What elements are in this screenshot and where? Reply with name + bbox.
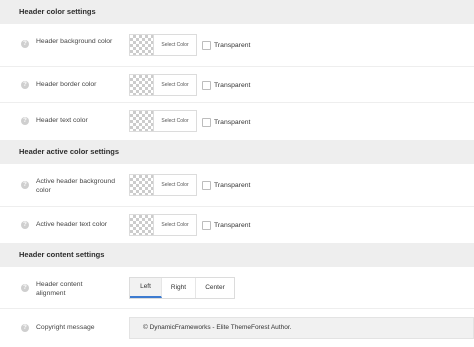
align-right-option[interactable]: Right	[162, 278, 196, 298]
setting-row-header-background: ? Header background color Select Color T…	[0, 24, 474, 67]
transparent-checkbox[interactable]	[202, 221, 211, 230]
setting-label: Header background color	[36, 38, 113, 45]
setting-label: Header content alignment	[36, 281, 83, 297]
copyright-input[interactable]: © DynamicFrameworks - Elite ThemeForest …	[129, 317, 474, 339]
settings-panel: Header color settings ? Header backgroun…	[0, 0, 474, 347]
help-icon[interactable]: ?	[21, 117, 29, 125]
color-swatch[interactable]	[130, 175, 154, 195]
color-picker[interactable]: Select Color	[129, 34, 197, 56]
transparent-label: Transparent	[214, 222, 251, 229]
transparent-checkbox[interactable]	[202, 81, 211, 90]
color-picker[interactable]: Select Color	[129, 174, 197, 196]
transparent-checkbox[interactable]	[202, 41, 211, 50]
color-swatch[interactable]	[130, 215, 154, 235]
section-header-active-color: Header active color settings	[0, 140, 474, 164]
transparent-label: Transparent	[214, 182, 251, 189]
align-left-option[interactable]: Left	[130, 278, 162, 298]
setting-row-alignment: ? Header content alignment	[0, 267, 474, 309]
section-header-color: Header color settings	[0, 0, 474, 24]
color-picker[interactable]: Select Color	[129, 214, 197, 236]
transparent-checkbox[interactable]	[202, 118, 211, 127]
color-swatch[interactable]	[130, 35, 154, 55]
color-picker[interactable]: Select Color	[129, 74, 197, 96]
alignment-segmented-control: Left Right Center	[129, 277, 235, 299]
select-color-button[interactable]: Select Color	[154, 35, 196, 55]
help-icon[interactable]: ?	[21, 181, 29, 189]
setting-label: Active header text color	[36, 221, 108, 228]
help-icon[interactable]: ?	[21, 81, 29, 89]
align-center-option[interactable]: Center	[196, 278, 234, 298]
color-swatch[interactable]	[130, 111, 154, 131]
select-color-button[interactable]: Select Color	[154, 175, 196, 195]
setting-row-active-text: ? Active header text color Select Color …	[0, 207, 474, 243]
setting-label: Active header background color	[36, 178, 115, 194]
help-icon[interactable]: ?	[21, 324, 29, 332]
help-icon[interactable]: ?	[21, 40, 29, 48]
color-swatch[interactable]	[130, 75, 154, 95]
setting-label: Header text color	[36, 117, 88, 124]
setting-label: Copyright message	[36, 324, 95, 331]
transparent-label: Transparent	[214, 119, 251, 126]
select-color-button[interactable]: Select Color	[154, 111, 196, 131]
section-header-content: Header content settings	[0, 243, 474, 267]
select-color-button[interactable]: Select Color	[154, 75, 196, 95]
transparent-label: Transparent	[214, 42, 251, 49]
transparent-label: Transparent	[214, 82, 251, 89]
setting-row-header-text: ? Header text color Select Color Transpa…	[0, 103, 474, 140]
help-icon[interactable]: ?	[21, 284, 29, 292]
setting-label: Header border color	[36, 81, 97, 88]
setting-row-header-border: ? Header border color Select Color Trans…	[0, 67, 474, 103]
color-picker[interactable]: Select Color	[129, 110, 197, 132]
select-color-button[interactable]: Select Color	[154, 215, 196, 235]
transparent-checkbox[interactable]	[202, 181, 211, 190]
setting-row-active-background: ? Active header background color Select …	[0, 164, 474, 207]
help-icon[interactable]: ?	[21, 221, 29, 229]
